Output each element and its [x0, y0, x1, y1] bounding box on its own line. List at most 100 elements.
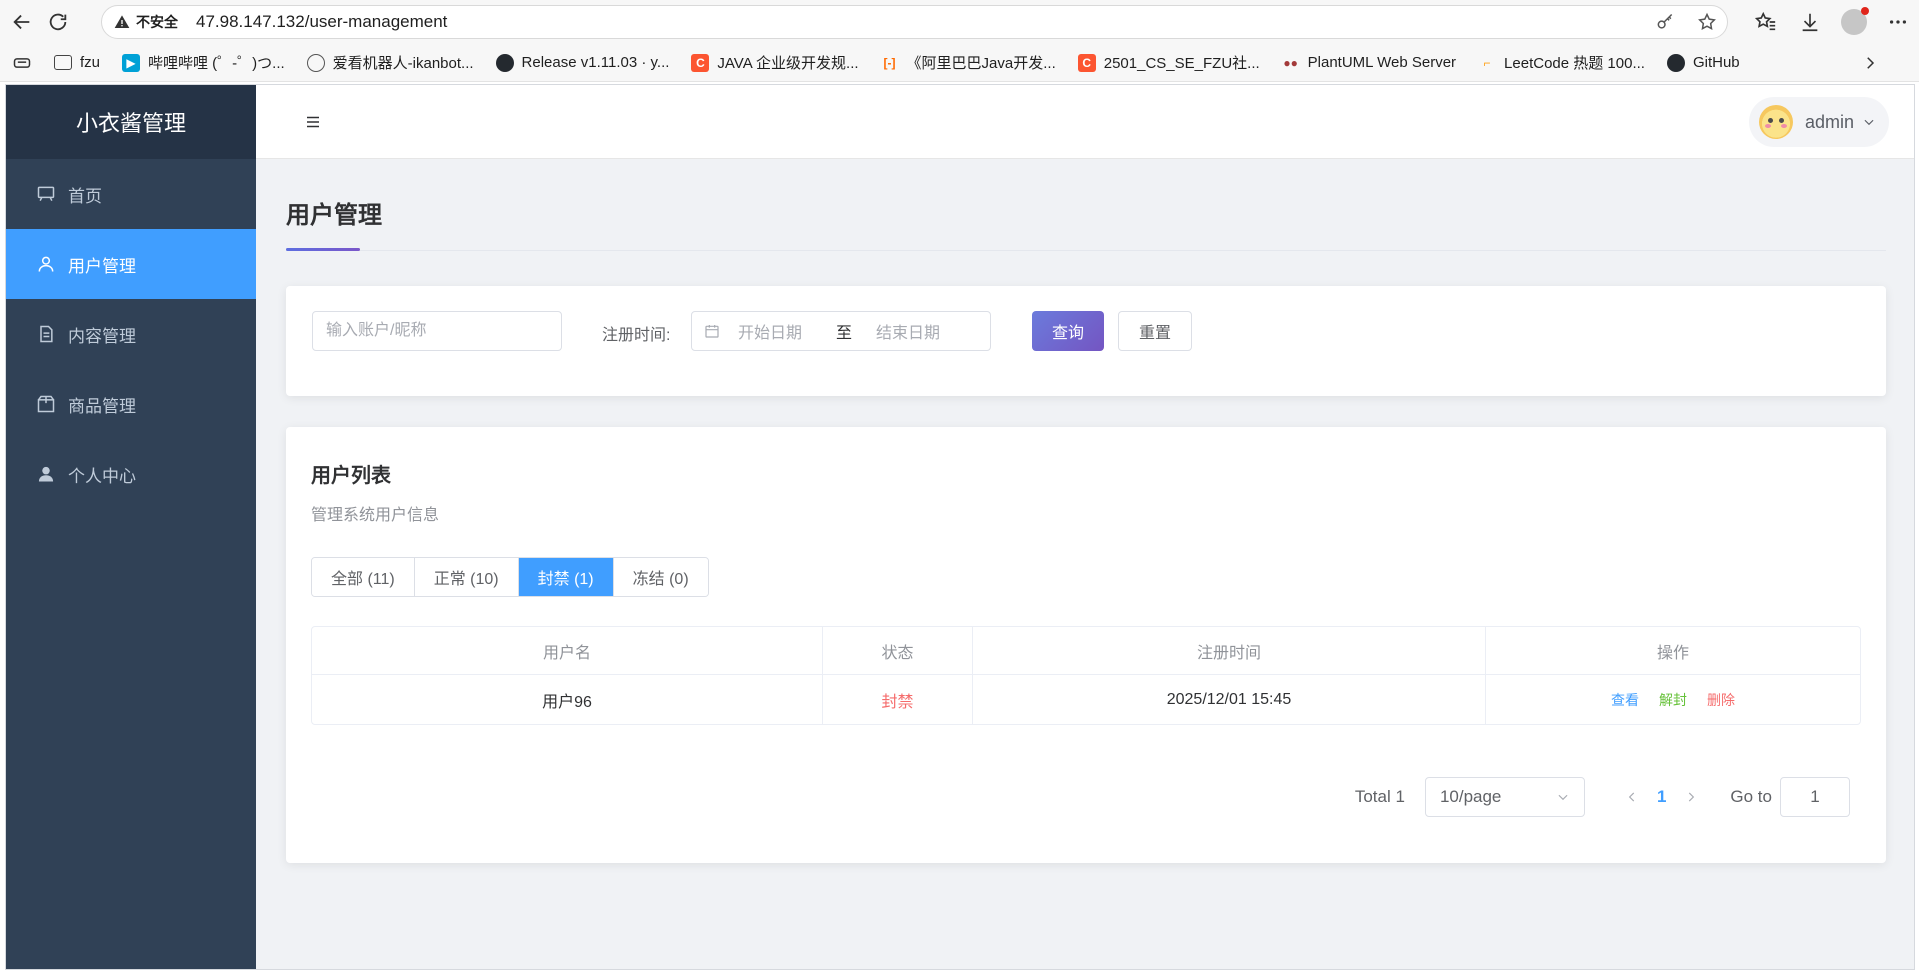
- warning-icon: [114, 15, 130, 28]
- sidebar-item-content-management[interactable]: 内容管理: [6, 299, 256, 369]
- address-bar[interactable]: 不安全 47.98.147.132/user-management: [101, 5, 1728, 39]
- table-header-row: 用户名 状态 注册时间 操作: [312, 627, 1860, 675]
- download-icon: [1802, 13, 1818, 32]
- page-size-value: 10/page: [1439, 787, 1502, 806]
- cell-actions: 查看 解封 删除: [1486, 675, 1860, 724]
- aliyun-icon: [-]: [883, 55, 896, 70]
- calendar-icon: [705, 325, 719, 338]
- column-header-username: 用户名: [312, 627, 823, 674]
- sidebar-item-label: 用户管理: [68, 256, 136, 276]
- tab-banned[interactable]: 封禁 (1): [518, 558, 614, 596]
- hamburger-menu-icon[interactable]: [304, 113, 322, 131]
- key-icon[interactable]: [1655, 12, 1675, 32]
- bookmark-item[interactable]: fzu: [54, 54, 100, 71]
- tab-normal[interactable]: 正常 (10): [414, 558, 519, 596]
- title-divider: [286, 250, 1886, 251]
- back-button[interactable]: [7, 7, 37, 37]
- monitor-icon: [37, 186, 55, 202]
- sidebar-item-label: 内容管理: [68, 326, 136, 346]
- query-button[interactable]: 查询: [1032, 311, 1104, 351]
- url-text[interactable]: 47.98.147.132/user-management: [196, 12, 447, 32]
- sidebar-item-product-management[interactable]: 商品管理: [6, 369, 256, 439]
- prev-page-icon[interactable]: [1625, 790, 1639, 804]
- filter-card: 注册时间: 开始日期 至 结束日期 查询 重置: [286, 286, 1886, 396]
- bookmark-item[interactable]: 爱看机器人-ikanbot...: [306, 52, 474, 73]
- bookmark-item[interactable]: C JAVA 企业级开发规...: [691, 52, 859, 73]
- cell-username: 用户96: [312, 675, 823, 724]
- delete-button[interactable]: 删除: [1707, 690, 1735, 710]
- profile-avatar-icon: [1841, 7, 1869, 35]
- bookmark-item[interactable]: C 2501_CS_SE_FZU社...: [1077, 52, 1260, 73]
- app-logo: 小衣酱管理: [6, 85, 256, 159]
- sidebar-item-user-management[interactable]: 用户管理: [6, 229, 256, 299]
- user-table: 用户名 状态 注册时间 操作 用户96 封禁 2025/12/01 15:45 …: [311, 626, 1861, 725]
- chevron-down-icon: [1864, 119, 1874, 126]
- bilibili-icon: ▶: [122, 53, 141, 72]
- user-icon: [38, 256, 54, 272]
- globe-icon: [306, 53, 325, 72]
- avatar: [1759, 105, 1793, 139]
- sidebar-item-home[interactable]: 首页: [6, 159, 256, 229]
- tab-frozen[interactable]: 冻结 (0): [613, 558, 708, 596]
- github-icon: [1666, 53, 1685, 72]
- pagination-total: Total 1: [1354, 787, 1405, 806]
- status-tabs: 全部 (11) 正常 (10) 封禁 (1) 冻结 (0): [311, 557, 709, 597]
- page-number-current[interactable]: 1: [1657, 787, 1666, 807]
- unban-button[interactable]: 解封: [1659, 690, 1687, 710]
- goto-page-input[interactable]: [1780, 777, 1850, 817]
- chevron-right-icon[interactable]: [1861, 54, 1879, 72]
- back-arrow-icon: [13, 14, 30, 30]
- start-date-field[interactable]: 开始日期: [738, 319, 828, 343]
- column-header-status: 状态: [823, 627, 973, 674]
- reset-button[interactable]: 重置: [1118, 311, 1192, 351]
- date-range-separator: 至: [836, 325, 853, 342]
- bookmarks-bar: fzu ▶ 哔哩哔哩 (゜-゜)つ... 爱看机器人-ikanbot... Re…: [0, 44, 1919, 82]
- next-page-icon[interactable]: [1684, 790, 1698, 804]
- table-row: 用户96 封禁 2025/12/01 15:45 查看 解封 删除: [312, 675, 1860, 724]
- title-accent-bar: [286, 248, 360, 251]
- top-header: admin: [256, 85, 1914, 159]
- user-list-card: 用户列表 管理系统用户信息 全部 (11) 正常 (10) 封禁 (1) 冻结 …: [286, 427, 1886, 863]
- folder-icon: [54, 55, 72, 70]
- leetcode-icon: ⌐: [1483, 55, 1491, 70]
- date-range-picker[interactable]: 开始日期 至 结束日期: [691, 311, 991, 351]
- favorites-icon: [1755, 11, 1776, 31]
- profile-button[interactable]: [1839, 7, 1869, 37]
- document-icon: [40, 325, 53, 343]
- person-icon: [38, 466, 54, 482]
- list-subtitle: 管理系统用户信息: [311, 507, 440, 524]
- github-icon: [495, 53, 514, 72]
- downloads-button[interactable]: [1795, 7, 1825, 37]
- cell-status: 封禁: [823, 675, 973, 724]
- user-dropdown[interactable]: admin: [1749, 97, 1889, 147]
- bookmark-item[interactable]: ▶ 哔哩哔哩 (゜-゜)つ...: [122, 52, 285, 73]
- pagination: Total 1 10/page 1 Go to: [1355, 777, 1850, 817]
- bookmark-item[interactable]: [-] 《阿里巴巴Java开发...: [881, 52, 1056, 73]
- bookmark-item[interactable]: GitHub: [1666, 53, 1740, 72]
- star-icon[interactable]: [1697, 12, 1717, 32]
- view-button[interactable]: 查看: [1611, 690, 1639, 710]
- plantuml-icon: ●●: [1283, 55, 1298, 70]
- search-input[interactable]: [312, 311, 562, 351]
- sidebar-item-profile[interactable]: 个人中心: [6, 439, 256, 509]
- sidebar: 小衣酱管理 首页 用户管理 内容管理 商品管理 个人中心: [6, 85, 256, 969]
- username: admin: [1805, 111, 1855, 132]
- csdn-icon: C: [691, 53, 710, 72]
- security-warning[interactable]: 不安全: [114, 12, 178, 32]
- box-icon: [37, 395, 55, 413]
- page-size-select[interactable]: 10/page: [1424, 777, 1585, 817]
- bookmark-item[interactable]: ●● PlantUML Web Server: [1282, 54, 1456, 72]
- more-menu-button[interactable]: [1883, 7, 1913, 37]
- end-date-field[interactable]: 结束日期: [876, 319, 940, 343]
- chevron-down-icon: [1558, 794, 1568, 801]
- collections-icon[interactable]: [12, 53, 32, 73]
- reload-button[interactable]: [43, 7, 73, 37]
- registration-time-label: 注册时间:: [602, 327, 671, 344]
- browser-toolbar: 不安全 47.98.147.132/user-management: [0, 0, 1919, 44]
- bookmark-item[interactable]: Release v1.11.03 · y...: [495, 53, 669, 72]
- tab-all[interactable]: 全部 (11): [312, 558, 415, 596]
- csdn-icon: C: [1077, 53, 1096, 72]
- column-header-actions: 操作: [1656, 644, 1689, 662]
- favorites-button[interactable]: [1751, 7, 1781, 37]
- bookmark-item[interactable]: ⌐ LeetCode 热题 100...: [1478, 52, 1645, 73]
